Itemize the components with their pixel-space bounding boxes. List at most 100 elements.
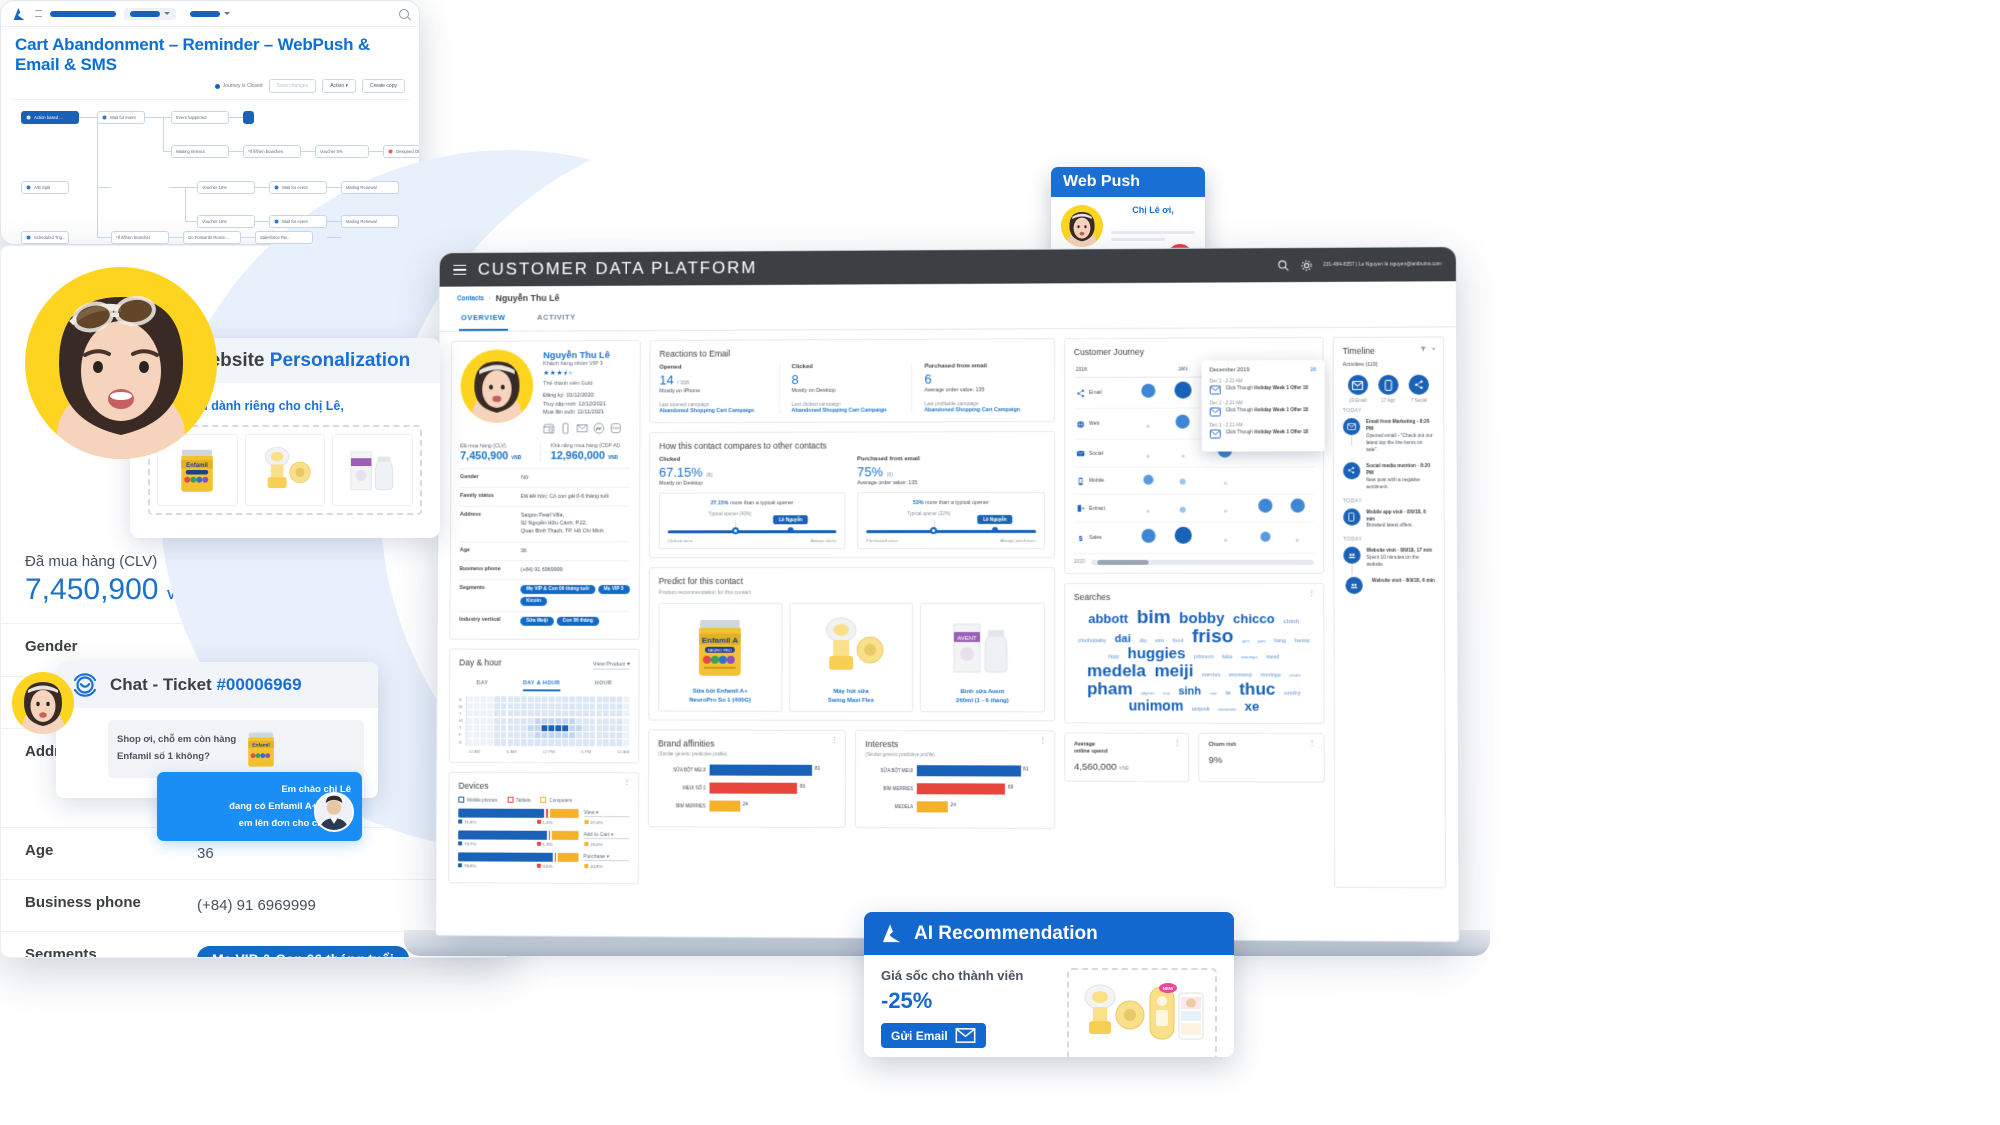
heatmap-cell[interactable]	[527, 739, 534, 746]
kebab-menu-icon[interactable]: ⋮	[830, 735, 838, 744]
heatmap-cell[interactable]	[534, 710, 541, 717]
heatmap-cell[interactable]	[527, 732, 534, 739]
heatmap-cell[interactable]	[548, 717, 555, 725]
tab-day-hour[interactable]: DAY & HOUR	[522, 680, 561, 692]
heatmap-cell[interactable]	[575, 739, 582, 746]
campaign-link[interactable]: Abandoned Shopping Cart Campaign	[791, 408, 901, 414]
heatmap-cell[interactable]	[480, 739, 486, 746]
heatmap-cell[interactable]	[507, 710, 514, 717]
heatmap-cell[interactable]	[562, 696, 569, 703]
heatmap-cell[interactable]	[534, 696, 541, 703]
journey-node-12[interactable]: Go Forwards Remin...	[183, 231, 241, 244]
heatmap-cell[interactable]	[493, 732, 500, 739]
search-term[interactable]: sua	[1163, 690, 1170, 695]
heatmap-cell[interactable]	[528, 710, 534, 717]
heatmap-cell[interactable]	[528, 696, 534, 703]
filter-icon[interactable]	[1420, 346, 1427, 353]
search-term[interactable]: food	[1172, 638, 1183, 644]
heatmap-cell[interactable]	[500, 724, 507, 732]
heatmap-cell[interactable]	[562, 717, 568, 725]
timeline-counter-app[interactable]: 17 App	[1378, 374, 1399, 403]
tab-hour[interactable]: HOUR	[595, 680, 612, 691]
product-thumb-breastpump[interactable]	[244, 434, 326, 506]
campaign-link[interactable]: Abandoned Shopping Cart Campaign	[659, 408, 768, 414]
heatmap-cell[interactable]	[555, 696, 562, 703]
email-icon[interactable]	[576, 422, 588, 434]
heatmap-cell[interactable]	[623, 718, 630, 725]
industry-chip[interactable]: Sữa Meiji	[520, 616, 554, 626]
heatmap-cell[interactable]	[575, 710, 582, 717]
heatmap-cell[interactable]	[500, 739, 507, 746]
journey-node-2[interactable]: Event happened	[171, 111, 229, 124]
heatmap-cell[interactable]	[514, 710, 521, 717]
heatmap-cell[interactable]	[480, 724, 487, 732]
search-term[interactable]: unipnik	[1192, 707, 1210, 713]
heatmap-cell[interactable]	[603, 717, 609, 725]
heatmap-cell[interactable]	[582, 696, 589, 703]
heatmap-cell[interactable]	[507, 717, 514, 724]
search-term[interactable]: huggies	[1128, 645, 1186, 662]
heatmap-cell[interactable]	[623, 710, 630, 717]
heatmap-cell[interactable]	[623, 732, 630, 739]
heatmap-cell[interactable]	[610, 710, 616, 717]
heatmap-cell[interactable]	[616, 717, 623, 725]
kebab-menu-icon[interactable]: ⋮	[1308, 738, 1316, 747]
heatmap-cell[interactable]	[603, 710, 609, 717]
heatmap-cell[interactable]	[616, 696, 623, 703]
send-email-button[interactable]: Gửi Email	[881, 1023, 986, 1048]
heatmap-cell[interactable]	[610, 696, 616, 703]
nav-dropdown-2[interactable]	[184, 8, 236, 20]
hamburger-menu-icon[interactable]	[453, 262, 467, 279]
heatmap-cell[interactable]	[541, 739, 548, 746]
heatmap-cell[interactable]	[500, 703, 507, 710]
timeline-item[interactable]: Website visit - 8/9/18, 17 min Spent 10 m…	[1343, 547, 1435, 576]
product-card[interactable]: Enfamil A NEURO PRO Sữa bột Enfamil A+ Ne…	[658, 602, 783, 713]
search-term[interactable]: pham	[1087, 679, 1133, 698]
heatmap-cell[interactable]	[487, 739, 493, 746]
heatmap-cell[interactable]	[473, 695, 480, 703]
heatmap-cell[interactable]	[555, 732, 562, 739]
heatmap-cell[interactable]	[596, 710, 603, 717]
heatmap-cell[interactable]	[514, 703, 521, 710]
heatmap-cell[interactable]	[534, 717, 541, 724]
device-row-select[interactable]: Purchase ▾	[583, 853, 629, 861]
heatmap-cell[interactable]	[494, 703, 500, 710]
search-term[interactable]: mommy	[1229, 672, 1252, 678]
heatmap-cell[interactable]	[623, 703, 630, 710]
heatmap-cell[interactable]	[500, 710, 507, 717]
heatmap-cell[interactable]	[616, 739, 623, 746]
heatmap-cell[interactable]	[500, 696, 507, 703]
menu-icon[interactable]	[35, 10, 42, 17]
view-product-select[interactable]: View Product ▾	[592, 661, 630, 670]
heatmap-cell[interactable]	[555, 739, 562, 746]
heatmap-cell[interactable]	[569, 710, 575, 717]
heatmap-cell[interactable]	[562, 725, 568, 732]
heatmap-cell[interactable]	[569, 696, 575, 703]
heatmap-cell[interactable]	[541, 696, 548, 703]
search-term[interactable]: chuthubaby	[1078, 638, 1106, 644]
heatmap-cell[interactable]	[500, 717, 507, 724]
search-term[interactable]: chinh	[1283, 619, 1299, 625]
heatmap-cell[interactable]	[548, 725, 555, 732]
heatmap-cell[interactable]	[466, 732, 473, 739]
heatmap-cell[interactable]	[480, 695, 487, 703]
heatmap-cell[interactable]	[582, 739, 589, 746]
heatmap-cell[interactable]	[466, 710, 473, 717]
heatmap-cell[interactable]	[527, 725, 534, 732]
search-term[interactable]: xe	[1245, 699, 1260, 714]
journey-node-0[interactable]: Action based ...	[21, 111, 79, 124]
search-term[interactable]: chicco	[1233, 611, 1275, 626]
heatmap-cell[interactable]	[487, 717, 493, 724]
search-term[interactable]: dai	[1115, 633, 1131, 645]
heatmap-cell[interactable]	[534, 703, 541, 710]
search-word-cloud[interactable]: abbott bim bobby chicco chinh chuthubaby…	[1074, 607, 1314, 715]
search-term[interactable]: pigeon	[1141, 690, 1154, 695]
industry-chip[interactable]: Con 06 tháng	[556, 616, 599, 626]
heatmap-cell[interactable]	[466, 717, 473, 724]
heatmap-cell[interactable]	[616, 725, 623, 732]
heatmap-cell[interactable]	[589, 739, 596, 746]
kebab-menu-icon[interactable]: ⋮	[623, 777, 631, 786]
heatmap-cell[interactable]	[582, 732, 589, 739]
search-term[interactable]: du	[1139, 638, 1146, 644]
heatmap-cell[interactable]	[603, 703, 610, 710]
